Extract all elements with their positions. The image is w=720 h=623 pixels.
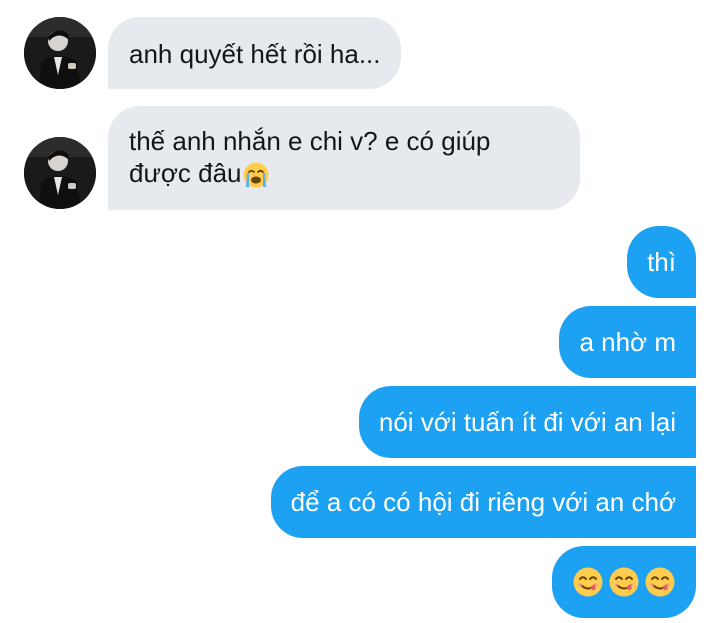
message-text: anh quyết hết rồi ha... <box>129 39 381 69</box>
face-savoring-food-icon <box>608 566 640 598</box>
received-message-bubble[interactable]: thế anh nhắn e chi v? e có giúp được đâu <box>108 106 580 210</box>
face-savoring-food-icon <box>572 566 604 598</box>
sent-message-bubble[interactable]: a nhờ m <box>559 306 696 378</box>
contact-avatar[interactable] <box>24 17 96 89</box>
message-text-line: được đâu <box>129 158 242 188</box>
message-text: a nhờ m <box>579 327 676 357</box>
sent-message-bubble[interactable] <box>552 546 696 618</box>
received-message-bubble[interactable]: anh quyết hết rồi ha... <box>108 17 401 89</box>
loudly-crying-face-icon <box>242 161 270 189</box>
message-text: để a có có hội đi riêng với an chớ <box>290 487 676 517</box>
contact-avatar[interactable] <box>24 137 96 209</box>
message-text-line: thế anh nhắn e chi v? e có giúp <box>129 126 491 156</box>
chat-thread: anh quyết hết rồi ha... thế anh nhắn e c… <box>0 0 720 623</box>
sent-message-bubble[interactable]: thì <box>627 226 696 298</box>
message-text: thì <box>647 247 676 277</box>
sent-message-bubble[interactable]: nói với tuấn ít đi với an lại <box>358 386 696 458</box>
message-text: nói với tuấn ít đi với an lại <box>378 407 676 437</box>
face-savoring-food-icon <box>644 566 676 598</box>
sent-message-bubble[interactable]: để a có có hội đi riêng với an chớ <box>270 466 696 538</box>
